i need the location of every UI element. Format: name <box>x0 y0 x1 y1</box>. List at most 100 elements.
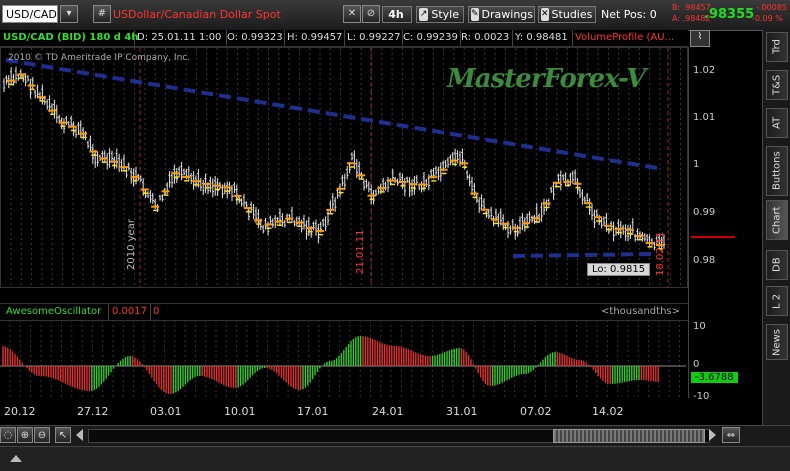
collapse-arrow-icon[interactable] <box>10 455 22 462</box>
time-axis[interactable]: 20.12 27.12 03.01 10.01 17.01 24.01 31.0… <box>0 401 688 423</box>
oscillator-pane[interactable] <box>0 320 688 398</box>
volume-profile-mark <box>29 88 35 91</box>
header-high: H: 0.99457 <box>284 30 345 46</box>
volume-profile-mark <box>421 187 426 190</box>
status-bar <box>0 446 790 471</box>
volume-profile-mark <box>48 109 57 112</box>
time-tick: 03.01 <box>150 405 182 418</box>
scroll-left-arrow[interactable] <box>76 429 83 441</box>
chart-header: USD/CAD (BID) 180 d 4h D: 25.01.11 1:00 … <box>0 30 710 47</box>
volume-profile-mark <box>645 242 654 245</box>
price-axis[interactable]: 1.02 1.01 1 0.99 0.98 10 0 -10 -3.6788 <box>688 47 761 402</box>
header-range: R: 0.0023 <box>458 30 513 46</box>
tab-at[interactable]: AT <box>766 108 788 138</box>
price-chart-pane[interactable]: 2010 © TD Ameritrade IP Company, Inc. Ma… <box>0 47 688 288</box>
header-date: D: 25.01.11 1:00 <box>134 30 227 46</box>
time-scrollbar-thumb[interactable] <box>553 429 705 443</box>
volume-profile-mark <box>410 187 416 189</box>
volume-profile-mark <box>142 192 148 194</box>
style-button[interactable]: ↗ Style <box>416 6 464 23</box>
volume-profile-mark <box>274 220 283 223</box>
volume-profile-mark <box>39 100 45 102</box>
cursor-icon[interactable]: ↖ <box>55 427 71 443</box>
volume-profile-mark <box>647 246 653 248</box>
volume-profile-mark <box>192 180 201 183</box>
tab-level-2[interactable]: L 2 <box>766 286 788 316</box>
symbol-input[interactable]: USD/CAD <box>2 5 58 23</box>
volume-profile-mark <box>318 233 323 236</box>
volume-profile-mark <box>583 202 592 205</box>
tab-news[interactable]: News <box>766 324 788 360</box>
volume-profile-mark <box>379 191 385 193</box>
header-close: C: 0.99239 <box>400 30 461 46</box>
price-tick: 1 <box>693 159 700 170</box>
volume-profile-mark <box>254 219 263 222</box>
volume-profile-mark <box>596 220 602 222</box>
chart-style-icon: ↗ <box>419 8 429 21</box>
volume-profile-mark <box>307 231 313 233</box>
oscillator-chart <box>0 320 686 398</box>
low-label: Lo: 0.9815 <box>587 263 651 276</box>
volume-profile-mark <box>359 178 365 180</box>
tab-trd[interactable]: Trd <box>766 32 788 62</box>
volume-profile-mark <box>501 222 510 225</box>
volume-profile-mark <box>522 222 530 225</box>
tab-db[interactable]: DB <box>766 250 788 280</box>
volume-profile-mark <box>388 179 397 182</box>
volume-profile-mark <box>140 188 149 191</box>
chart-settings-icon[interactable]: ⌇ <box>690 30 710 47</box>
support-trendline[interactable] <box>512 252 656 258</box>
hash-button[interactable]: # <box>93 5 111 23</box>
bottom-toolbar: ◌ ⊕ ⊖ ↖ ⇔ <box>0 425 790 446</box>
volume-profile-mark <box>68 125 77 128</box>
volume-profile-mark <box>264 223 273 226</box>
crosshair-icon[interactable]: ✕ <box>343 5 361 23</box>
volume-profile-mark <box>637 238 643 241</box>
volume-profile-mark <box>513 230 519 233</box>
volume-profile-mark <box>182 176 191 179</box>
zoom-in-icon[interactable]: ⊕ <box>17 427 33 443</box>
price-marker-line <box>691 236 735 238</box>
trading-app: USD/CAD ▾ # USDollar/Canadian Dollar Spo… <box>0 0 790 471</box>
oscillator-value-1: 0.0017 <box>108 304 151 320</box>
symbol-dropdown-button[interactable]: ▾ <box>60 5 78 23</box>
expand-icon[interactable]: ⇔ <box>722 427 740 443</box>
scroll-right-arrow[interactable] <box>709 429 716 441</box>
volume-profile-mark <box>614 227 623 230</box>
time-tick: 17.01 <box>297 405 329 418</box>
tab-chart[interactable]: Chart <box>766 200 788 240</box>
volume-profile-mark <box>287 221 293 224</box>
volume-profile-mark <box>534 221 540 223</box>
time-tick: 24.01 <box>372 405 404 418</box>
volume-profile-mark <box>243 207 252 210</box>
zoom-out-icon[interactable]: ◌ <box>0 427 16 443</box>
drawings-button[interactable]: ✎ Drawings <box>468 6 535 23</box>
zoom-icon[interactable]: ⊘ <box>362 5 380 23</box>
volume-profile-mark <box>101 161 107 163</box>
volume-profile-mark <box>348 166 354 168</box>
drawings-icon: ✎ <box>471 8 479 21</box>
volume-profile-mark <box>19 77 25 79</box>
volume-profile-mark <box>79 132 88 135</box>
volume-profile-mark <box>606 228 612 231</box>
volume-profile-mark <box>460 162 469 165</box>
studies-button[interactable]: ✕ Studies <box>538 6 596 23</box>
tab-buttons[interactable]: Buttons <box>766 146 788 196</box>
volume-profile-mark <box>120 166 129 169</box>
volume-profile-mark <box>37 96 46 99</box>
net-position: Net Pos: 0 <box>601 8 657 21</box>
zoom-reset-icon[interactable]: ⊖ <box>34 427 50 443</box>
tab-time-and-sales[interactable]: T&S <box>766 70 788 100</box>
header-y: Y: 0.98481 <box>512 30 573 46</box>
volume-profile-mark <box>153 209 159 212</box>
volume-profile-mark <box>338 191 344 194</box>
volume-profile-mark <box>215 188 220 191</box>
time-tick: 20.12 <box>4 405 36 418</box>
volume-profile-mark <box>213 184 221 187</box>
volume-profile-mark <box>480 208 489 211</box>
volume-profile-mark <box>50 113 56 116</box>
volume-profile-mark <box>81 136 87 139</box>
volume-profile-mark <box>408 183 417 186</box>
volume-profile-mark <box>357 174 366 177</box>
timeframe-button[interactable]: 4h <box>382 6 412 23</box>
